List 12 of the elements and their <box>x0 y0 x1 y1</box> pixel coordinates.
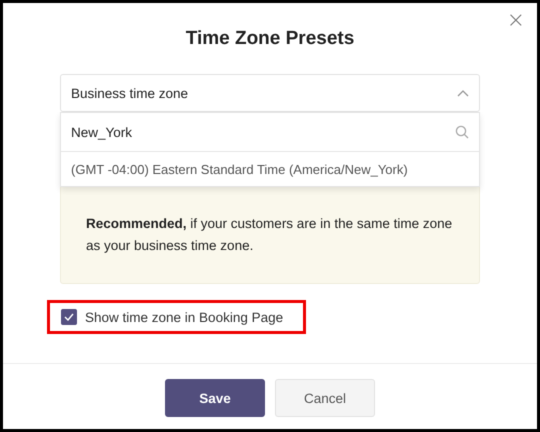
dropdown-option[interactable]: (GMT -04:00) Eastern Standard Time (America/New_York) <box>61 152 479 186</box>
note-text: Recommended, if your customers are in the same time zone as your business time zone. <box>86 215 454 255</box>
checkbox-label: Show time zone in Booking Page <box>85 310 284 324</box>
cancel-button[interactable]: Cancel <box>275 379 375 417</box>
dialog-title: Time Zone Presets <box>184 27 356 51</box>
check-icon <box>64 313 74 321</box>
search-icon <box>455 125 469 139</box>
timezone-select[interactable]: Business time zone <box>60 74 480 112</box>
save-button[interactable]: Save <box>165 379 265 417</box>
checkbox[interactable] <box>61 309 77 325</box>
chevron-icon <box>457 89 469 97</box>
close-button[interactable]: × <box>506 11 525 31</box>
